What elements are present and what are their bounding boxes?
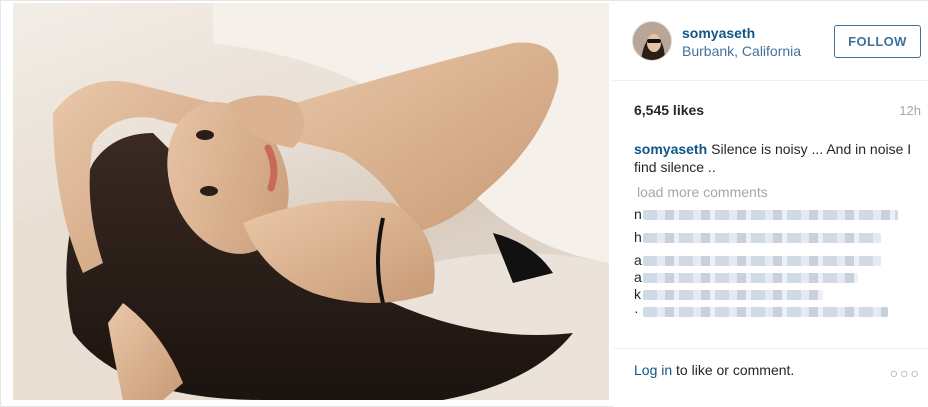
blurred-comment	[643, 210, 898, 220]
login-link[interactable]: Log in	[634, 362, 672, 378]
load-more-comments-link[interactable]: load more comments	[637, 184, 768, 200]
login-prompt-text: to like or comment.	[676, 362, 795, 378]
instagram-post: somyaseth Burbank, California FOLLOW 6,5…	[0, 0, 928, 407]
comment-row: a	[634, 269, 914, 286]
caption-username[interactable]: somyaseth	[634, 141, 707, 157]
photo-image	[13, 3, 609, 400]
post-timestamp[interactable]: 12h	[899, 103, 921, 118]
ellipsis-icon[interactable]: ○○○	[890, 365, 921, 381]
comment-list: n h a a k ·	[634, 206, 914, 332]
post-photo[interactable]	[13, 3, 609, 400]
comment-initial: a	[634, 269, 642, 285]
username-link[interactable]: somyaseth	[682, 25, 755, 41]
comment-row: ·	[634, 303, 914, 320]
post-sidebar: somyaseth Burbank, California FOLLOW 6,5…	[613, 1, 928, 407]
blurred-comment	[643, 256, 881, 266]
comment-initial: ·	[634, 303, 639, 319]
avatar-image	[633, 22, 671, 60]
blurred-comment	[643, 307, 888, 317]
likes-count[interactable]: 6,545 likes	[634, 102, 704, 118]
location-link[interactable]: Burbank, California	[682, 43, 801, 59]
post-header: somyaseth Burbank, California FOLLOW	[613, 1, 928, 81]
login-prompt: Log in to like or comment.	[634, 362, 794, 378]
comment-row: h	[634, 229, 914, 246]
post-footer: Log in to like or comment. ○○○	[613, 348, 928, 407]
avatar[interactable]	[632, 21, 672, 61]
comment-row: n	[634, 206, 914, 223]
blurred-comment	[643, 273, 858, 283]
comment-initial: h	[634, 229, 642, 245]
blurred-comment	[643, 290, 823, 300]
follow-button[interactable]: FOLLOW	[834, 25, 921, 58]
comment-initial: k	[634, 286, 641, 302]
blurred-comment	[643, 233, 881, 243]
comment-initial: a	[634, 252, 642, 268]
comment-initial: n	[634, 206, 642, 222]
comment-row: k	[634, 286, 914, 303]
post-caption: somyaseth Silence is noisy ... And in noi…	[634, 140, 914, 176]
comment-row: a	[634, 252, 914, 269]
